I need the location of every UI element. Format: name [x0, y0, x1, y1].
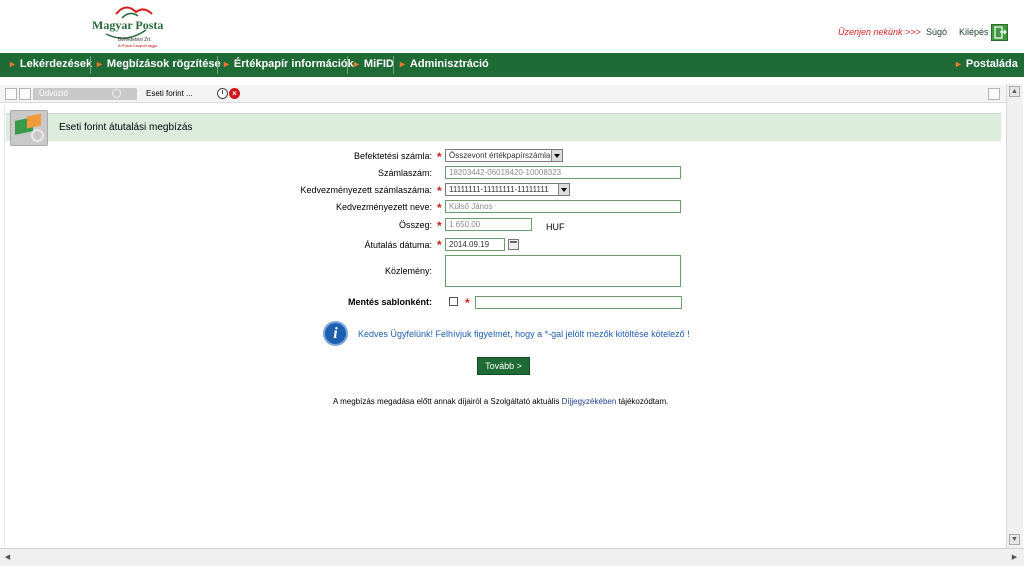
currency-label: HUF [546, 222, 565, 232]
nav-divider [393, 56, 394, 74]
next-button[interactable]: Tovább > [477, 357, 530, 375]
help-link[interactable]: Súgó [926, 27, 947, 37]
arrow-right-icon: ► [954, 59, 963, 69]
main-navigation: ► Lekérdezések ► Megbízások rögzítése ► Ért… [0, 53, 1024, 77]
tab-strip: Üdvözlő Eseti forint ... [0, 85, 1018, 103]
account-number-value: 18203442-06018420-10008323 [449, 168, 562, 177]
exit-icon[interactable] [991, 24, 1008, 41]
account-number-field: 18203442-06018420-10008323 [445, 166, 681, 179]
scroll-up-icon[interactable]: ▲ [1009, 86, 1020, 97]
account-select[interactable]: Összevont értékpapírszámla [445, 149, 563, 162]
app-window: Magyar Posta Befektetési Zrt. A Posta Cs… [0, 0, 1024, 566]
page-title: Eseti forint átutalási megbízás [59, 122, 193, 133]
nav-item-securities-info[interactable]: ► Értékpapír információk [222, 53, 354, 77]
arrow-right-icon: ► [95, 59, 104, 69]
nav-item-mailbox[interactable]: ► Postaláda [954, 53, 1018, 77]
transfer-date-input[interactable]: 2014.09.19 [445, 238, 505, 251]
amount-value: 1 650,00 [449, 220, 481, 229]
magyar-posta-logo: Magyar Posta Befektetési Zrt. A Posta Cs… [86, 4, 166, 50]
logo-name: Magyar Posta [92, 18, 164, 32]
nav-item-administration[interactable]: ► Adminisztráció [398, 53, 489, 77]
chevron-down-icon[interactable] [558, 184, 569, 195]
tab-label: Üdvözlő [39, 89, 68, 98]
scroll-left-icon[interactable]: ◀ [2, 552, 13, 563]
tab-scroll-left-icon[interactable] [19, 88, 31, 100]
arrow-right-icon: ► [8, 59, 17, 69]
horizontal-scrollbar[interactable]: ◀ ▶ [0, 548, 1024, 566]
exit-link[interactable]: Kilépés [959, 27, 989, 37]
chevron-down-icon[interactable] [551, 150, 562, 161]
fee-note-text: A megbízás megadása előtt annak díjairól… [333, 397, 562, 406]
nav-item-label: Értékpapír információk [233, 58, 354, 70]
vertical-scrollbar[interactable]: ▲ ▼ [1006, 84, 1023, 548]
amount-input[interactable]: 1 650,00 [445, 218, 532, 231]
required-mark: * [437, 219, 442, 233]
template-name-input[interactable] [475, 296, 682, 309]
nav-item-label: MiFID [363, 58, 394, 70]
arrow-right-icon: ► [222, 59, 231, 69]
nav-item-label: Lekérdezések [19, 58, 93, 70]
door-exit-icon [994, 26, 1007, 39]
scroll-down-icon[interactable]: ▼ [1009, 534, 1020, 545]
save-template-checkbox[interactable] [449, 297, 458, 306]
scroll-right-icon[interactable]: ▶ [1009, 552, 1020, 563]
required-mark: * [437, 238, 442, 252]
logo-tagline: A Posta Csoport tagja [118, 43, 157, 48]
save-template-label: Mentés sablonként: [347, 297, 432, 307]
tab-welcome[interactable]: Üdvözlő [33, 88, 137, 100]
fee-schedule-link[interactable]: Díjjegyzékében [562, 397, 617, 406]
required-mark: * [437, 201, 442, 215]
clock-icon[interactable] [217, 88, 228, 99]
tab-label: Eseti forint ... [146, 89, 193, 98]
close-icon[interactable]: × [229, 88, 240, 99]
calendar-icon[interactable] [508, 239, 519, 250]
arrow-right-icon: ► [398, 59, 407, 69]
info-icon: i [323, 321, 348, 346]
transfer-date-value: 2014.09.19 [449, 240, 490, 249]
required-mark: * [437, 150, 442, 164]
beneficiary-name-input[interactable]: Külső János [445, 200, 681, 213]
nav-item-mifid[interactable]: ► MiFID [352, 53, 394, 77]
required-mark: * [437, 184, 442, 198]
message-us-link[interactable]: Üzenjen nekünk >>> [838, 27, 921, 37]
nav-item-label: Adminisztráció [409, 58, 489, 70]
beneficiary-name-label: Kedvezményezett neve: [335, 202, 432, 212]
nav-divider [347, 56, 348, 74]
arrow-right-icon: ► [352, 59, 361, 69]
beneficiary-account-label: Kedvezményezett számlaszáma: [300, 185, 432, 195]
account-select-value: Összevont értékpapírszámla [449, 151, 551, 160]
transfer-date-label: Átutalás dátuma: [364, 240, 432, 250]
nav-item-queries[interactable]: ► Lekérdezések [8, 53, 92, 77]
required-fields-notice: Kedves Ügyfelünk! Felhívjuk figyelmét, h… [358, 329, 690, 339]
account-label: Befektetési számla: [353, 151, 432, 161]
nav-divider [217, 56, 218, 74]
nav-item-label: Postaláda [965, 58, 1018, 70]
nav-divider [90, 56, 91, 74]
beneficiary-name-value: Külső János [449, 202, 493, 211]
tab-refresh-icon[interactable] [112, 89, 121, 98]
beneficiary-account-value: 11111111-11111111-11111111 [449, 185, 549, 194]
amount-label: Összeg: [398, 220, 432, 230]
fee-note-text-end: tájékozódtam. [616, 397, 669, 406]
account-number-label: Számlaszám: [377, 168, 432, 178]
tab-one-off-transfer[interactable]: Eseti forint ... [146, 88, 193, 100]
tab-list-icon[interactable] [5, 88, 17, 100]
required-mark: * [465, 296, 470, 310]
page-header: Magyar Posta Befektetési Zrt. A Posta Cs… [0, 0, 1024, 53]
tab-scroll-right-icon[interactable] [988, 88, 1000, 100]
transfer-package-icon [10, 110, 48, 146]
note-label: Közlemény: [384, 266, 432, 276]
nav-item-order-entry[interactable]: ► Megbízások rögzítése [95, 53, 221, 77]
nav-item-label: Megbízások rögzítése [106, 58, 221, 70]
beneficiary-account-select[interactable]: 11111111-11111111-11111111 [445, 183, 570, 196]
fee-schedule-note: A megbízás megadása előtt annak díjairól… [333, 397, 668, 406]
note-textarea[interactable] [445, 255, 681, 287]
